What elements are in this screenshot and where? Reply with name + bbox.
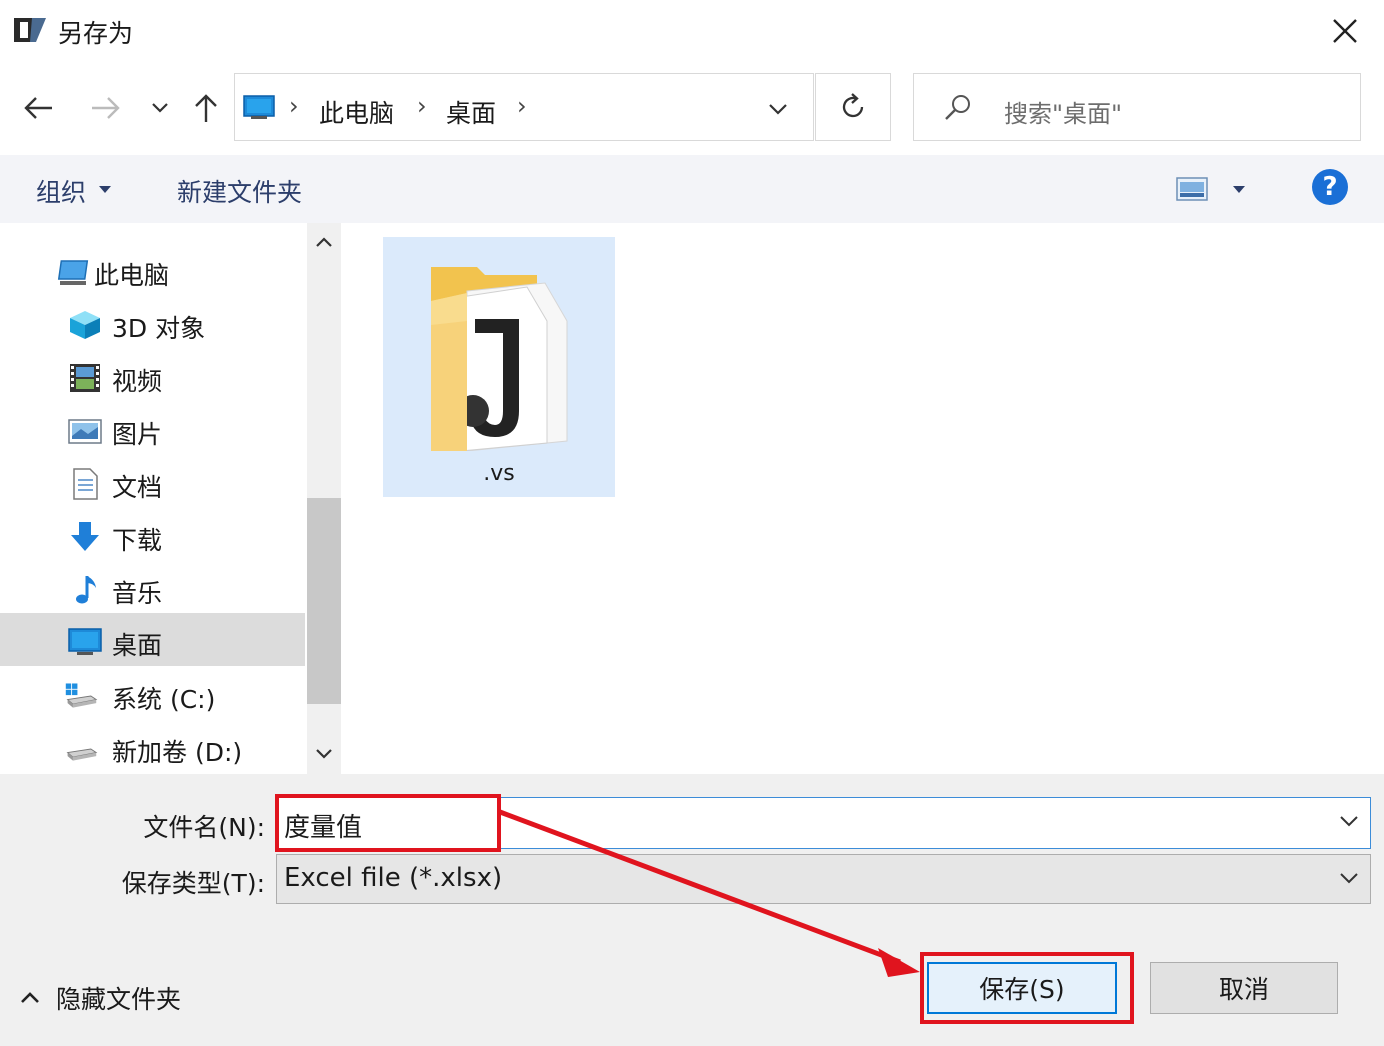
music-icon [76,576,96,604]
video-icon [70,364,100,392]
sidebar-item-videos[interactable]: 视频 [0,351,305,404]
cube-3d-icon [70,311,100,339]
picture-icon [68,419,102,444]
breadcrumb-separator: › [289,92,299,120]
annotation-highlight-filename [275,794,501,852]
window-title: 另存为 [58,19,134,48]
view-options-icon[interactable] [1176,175,1210,203]
chevron-down-icon[interactable] [1338,810,1360,832]
sidebar-item-label: 文档 [112,473,163,502]
sidebar-item-label: 3D 对象 [112,314,206,343]
folder-icon [431,267,568,451]
arrow-up-icon [195,94,217,122]
sidebar-item-label: 视频 [112,367,163,396]
sidebar-item-label: 新加卷 (D:) [112,738,243,767]
back-button[interactable] [18,88,58,128]
close-icon [1333,19,1357,43]
drive-icon [66,748,98,761]
filename-label: 文件名(N): [143,813,265,842]
help-icon[interactable]: ? [1312,169,1348,205]
new-folder-button[interactable]: 新建文件夹 [177,173,302,209]
forward-button[interactable] [86,88,126,128]
sidebar-item-drive-c[interactable]: 系统 (C:) [0,669,305,722]
sidebar-item-label: 图片 [112,420,163,449]
recent-locations-button[interactable] [140,88,180,128]
search-box[interactable]: 搜索"桌面" [913,73,1361,141]
cancel-button[interactable]: 取消 [1150,962,1338,1014]
breadcrumb-separator: › [517,92,527,120]
annotation-highlight-save [920,952,1134,1024]
sidebar-scrollbar-thumb[interactable] [307,498,341,704]
sidebar-item-label: 此电脑 [94,261,170,290]
hide-folders-label: 隐藏文件夹 [56,985,182,1014]
title-bar: 另存为 [0,0,1384,64]
chevron-down-icon [1340,873,1358,884]
file-item[interactable]: .vs [383,237,615,497]
desktop-icon [243,95,275,119]
filetype-label: 保存类型(T): [121,869,265,898]
up-button[interactable] [186,88,226,128]
document-icon [73,468,98,500]
breadcrumb-separator: › [417,92,427,120]
sidebar-item-desktop[interactable]: 桌面 [0,613,305,666]
desktop-icon [68,628,102,655]
navigation-pane: 此电脑 3D 对象 视频 图片 文档 下载 音乐 桌面 系统 (C:) 新加卷 … [0,223,307,774]
organize-menu[interactable]: 组织 [36,173,86,209]
command-bar: 组织 新建文件夹 ? [0,155,1384,223]
sidebar-item-drive-d[interactable]: 新加卷 (D:) [0,722,305,775]
scroll-up-icon[interactable] [314,234,334,250]
sidebar-item-label: 音乐 [112,579,163,608]
address-dropdown-icon[interactable] [767,102,789,116]
sidebar-item-this-pc[interactable]: 此电脑 [0,245,305,298]
sidebar-item-label: 桌面 [112,631,163,660]
scroll-down-icon[interactable] [314,746,334,762]
sidebar-item-label: 下载 [112,526,163,555]
search-icon [945,95,970,120]
arrow-left-icon [24,97,52,119]
computer-icon [57,260,89,285]
filetype-select[interactable]: Excel file (*.xlsx) [276,854,1371,904]
search-placeholder: 搜索"桌面" [1004,100,1123,128]
sidebar-item-3d-objects[interactable]: 3D 对象 [0,298,305,351]
filetype-value: Excel file (*.xlsx) [284,863,503,893]
close-button[interactable] [1322,10,1368,54]
breadcrumb-desktop[interactable]: 桌面 [446,94,496,130]
app-logo-icon [14,18,46,42]
arrow-right-icon [92,97,120,119]
caret-down-icon[interactable] [98,185,112,195]
refresh-button[interactable] [815,73,891,141]
file-name: .vs [483,461,515,486]
refresh-icon [842,93,864,118]
address-bar[interactable]: › 此电脑 › 桌面 › [234,73,814,141]
windows-drive-icon [65,683,98,708]
view-dropdown-icon[interactable] [1232,185,1246,195]
chevron-down-icon [152,103,168,113]
sidebar-item-music[interactable]: 音乐 [0,563,305,616]
chevron-up-icon [21,992,39,1003]
sidebar-item-downloads[interactable]: 下载 [0,510,305,563]
sidebar-item-documents[interactable]: 文档 [0,457,305,510]
breadcrumb-this-pc[interactable]: 此电脑 [319,94,394,130]
download-icon [71,522,99,551]
sidebar-item-pictures[interactable]: 图片 [0,404,305,457]
sidebar-item-label: 系统 (C:) [112,685,216,714]
